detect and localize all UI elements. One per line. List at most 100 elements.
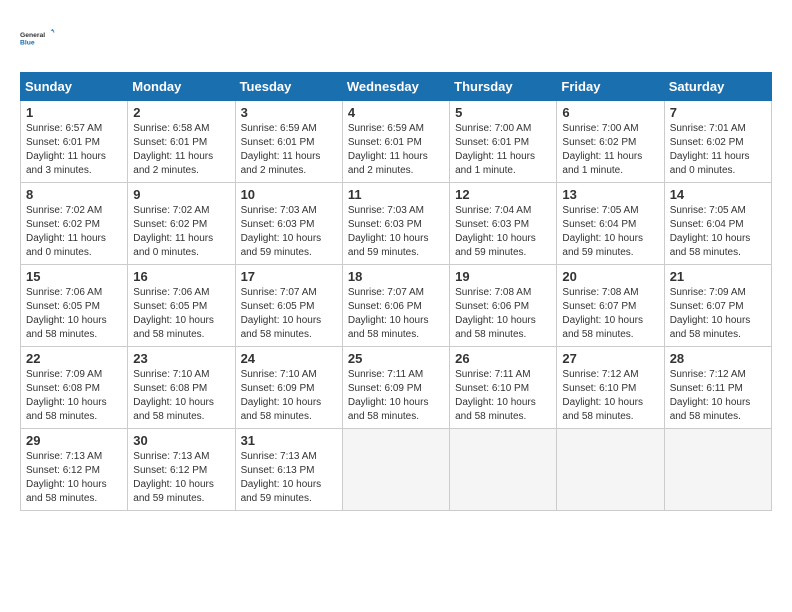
day-number: 8	[26, 187, 122, 202]
day-number: 27	[562, 351, 658, 366]
day-cell: 22Sunrise: 7:09 AM Sunset: 6:08 PM Dayli…	[21, 347, 128, 429]
day-cell: 23 Sunrise: 7:10 AM Sunset: 6:08 PM Dayli…	[128, 347, 235, 429]
day-info: Sunrise: 7:00 AM Sunset: 6:02 PM Dayligh…	[562, 122, 658, 178]
day-number: 16	[133, 269, 229, 284]
day-cell: 26Sunrise: 7:11 AM Sunset: 6:10 PM Dayli…	[450, 347, 557, 429]
day-cell: 9Sunrise: 7:02 AM Sunset: 6:02 PM Daylig…	[128, 183, 235, 265]
day-info: Sunrise: 7:06 AM Sunset: 6:05 PM Dayligh…	[26, 286, 122, 342]
col-header-wednesday: Wednesday	[342, 73, 449, 101]
day-number: 12	[455, 187, 551, 202]
day-cell	[557, 429, 664, 511]
day-number: 1	[26, 105, 122, 120]
day-cell	[664, 429, 771, 511]
day-cell: 3 Sunrise: 6:59 AM Sunset: 6:01 PM Daylig…	[235, 101, 342, 183]
day-info: Sunrise: 7:09 AM Sunset: 6:07 PM Dayligh…	[670, 286, 766, 342]
calendar-table: SundayMondayTuesdayWednesdayThursdayFrid…	[20, 72, 772, 511]
svg-text:General: General	[20, 32, 45, 39]
day-number: 2	[133, 105, 229, 120]
day-number: 11	[348, 187, 444, 202]
day-number: 4	[348, 105, 444, 120]
day-info: Sunrise: 7:10 AM Sunset: 6:08 PM Dayligh…	[133, 368, 229, 424]
day-number: 20	[562, 269, 658, 284]
day-number: 21	[670, 269, 766, 284]
day-cell: 20Sunrise: 7:08 AM Sunset: 6:07 PM Dayli…	[557, 265, 664, 347]
day-number: 17	[241, 269, 337, 284]
day-info: Sunrise: 7:05 AM Sunset: 6:04 PM Dayligh…	[562, 204, 658, 260]
day-number: 28	[670, 351, 766, 366]
day-info: Sunrise: 7:03 AM Sunset: 6:03 PM Dayligh…	[348, 204, 444, 260]
day-info: Sunrise: 7:05 AM Sunset: 6:04 PM Dayligh…	[670, 204, 766, 260]
day-cell: 10 Sunrise: 7:03 AM Sunset: 6:03 PM Dayli…	[235, 183, 342, 265]
day-number: 10	[241, 187, 337, 202]
day-info: Sunrise: 7:11 AM Sunset: 6:09 PM Dayligh…	[348, 368, 444, 424]
day-cell: 30 Sunrise: 7:13 AM Sunset: 6:12 PM Dayli…	[128, 429, 235, 511]
col-header-sunday: Sunday	[21, 73, 128, 101]
day-number: 14	[670, 187, 766, 202]
day-info: Sunrise: 7:07 AM Sunset: 6:05 PM Dayligh…	[241, 286, 337, 342]
day-cell: 29Sunrise: 7:13 AM Sunset: 6:12 PM Dayli…	[21, 429, 128, 511]
day-number: 5	[455, 105, 551, 120]
svg-text:Blue: Blue	[20, 39, 35, 46]
logo-icon: General Blue	[20, 20, 56, 56]
day-cell: 11 Sunrise: 7:03 AM Sunset: 6:03 PM Dayli…	[342, 183, 449, 265]
day-info: Sunrise: 7:13 AM Sunset: 6:12 PM Dayligh…	[133, 450, 229, 506]
day-info: Sunrise: 7:10 AM Sunset: 6:09 PM Dayligh…	[241, 368, 337, 424]
week-row-4: 22Sunrise: 7:09 AM Sunset: 6:08 PM Dayli…	[21, 347, 772, 429]
day-info: Sunrise: 7:08 AM Sunset: 6:06 PM Dayligh…	[455, 286, 551, 342]
day-number: 19	[455, 269, 551, 284]
day-cell: 6 Sunrise: 7:00 AM Sunset: 6:02 PM Daylig…	[557, 101, 664, 183]
day-info: Sunrise: 7:12 AM Sunset: 6:11 PM Dayligh…	[670, 368, 766, 424]
day-cell: 18Sunrise: 7:07 AM Sunset: 6:06 PM Dayli…	[342, 265, 449, 347]
day-number: 15	[26, 269, 122, 284]
page-header: General Blue	[20, 20, 772, 56]
day-cell: 12Sunrise: 7:04 AM Sunset: 6:03 PM Dayli…	[450, 183, 557, 265]
day-cell: 4 Sunrise: 6:59 AM Sunset: 6:01 PM Daylig…	[342, 101, 449, 183]
day-info: Sunrise: 7:01 AM Sunset: 6:02 PM Dayligh…	[670, 122, 766, 178]
day-cell: 27Sunrise: 7:12 AM Sunset: 6:10 PM Dayli…	[557, 347, 664, 429]
day-number: 7	[670, 105, 766, 120]
day-number: 6	[562, 105, 658, 120]
day-cell: 25Sunrise: 7:11 AM Sunset: 6:09 PM Dayli…	[342, 347, 449, 429]
day-info: Sunrise: 7:11 AM Sunset: 6:10 PM Dayligh…	[455, 368, 551, 424]
day-cell: 2Sunrise: 6:58 AM Sunset: 6:01 PM Daylig…	[128, 101, 235, 183]
day-info: Sunrise: 7:13 AM Sunset: 6:13 PM Dayligh…	[241, 450, 337, 506]
logo: General Blue	[20, 20, 56, 56]
day-info: Sunrise: 7:06 AM Sunset: 6:05 PM Dayligh…	[133, 286, 229, 342]
day-number: 9	[133, 187, 229, 202]
day-cell: 24Sunrise: 7:10 AM Sunset: 6:09 PM Dayli…	[235, 347, 342, 429]
day-number: 30	[133, 433, 229, 448]
day-info: Sunrise: 7:00 AM Sunset: 6:01 PM Dayligh…	[455, 122, 551, 178]
day-cell: 28 Sunrise: 7:12 AM Sunset: 6:11 PM Dayli…	[664, 347, 771, 429]
day-number: 31	[241, 433, 337, 448]
day-number: 18	[348, 269, 444, 284]
day-cell: 5 Sunrise: 7:00 AM Sunset: 6:01 PM Daylig…	[450, 101, 557, 183]
week-row-5: 29 Sunrise: 7:13 AM Sunset: 6:12 PM Dayli…	[21, 429, 772, 511]
day-cell: 1 Sunrise: 6:57 AM Sunset: 6:01 PM Daylig…	[21, 101, 128, 183]
col-header-tuesday: Tuesday	[235, 73, 342, 101]
day-info: Sunrise: 6:59 AM Sunset: 6:01 PM Dayligh…	[348, 122, 444, 178]
col-header-monday: Monday	[128, 73, 235, 101]
day-cell	[342, 429, 449, 511]
day-cell	[450, 429, 557, 511]
day-cell: 15 Sunrise: 7:06 AM Sunset: 6:05 PM Dayli…	[21, 265, 128, 347]
col-header-thursday: Thursday	[450, 73, 557, 101]
col-header-friday: Friday	[557, 73, 664, 101]
week-row-2: 8 Sunrise: 7:02 AM Sunset: 6:02 PM Daylig…	[21, 183, 772, 265]
day-number: 29	[26, 433, 122, 448]
day-cell: 7 Sunrise: 7:01 AM Sunset: 6:02 PM Daylig…	[664, 101, 771, 183]
day-number: 22	[26, 351, 122, 366]
day-number: 3	[241, 105, 337, 120]
day-info: Sunrise: 6:59 AM Sunset: 6:01 PM Dayligh…	[241, 122, 337, 178]
day-info: Sunrise: 7:02 AM Sunset: 6:02 PM Dayligh…	[26, 204, 122, 260]
day-cell: 21 Sunrise: 7:09 AM Sunset: 6:07 PM Dayli…	[664, 265, 771, 347]
col-header-saturday: Saturday	[664, 73, 771, 101]
day-cell: 13 Sunrise: 7:05 AM Sunset: 6:04 PM Dayli…	[557, 183, 664, 265]
day-info: Sunrise: 6:57 AM Sunset: 6:01 PM Dayligh…	[26, 122, 122, 178]
week-row-3: 15 Sunrise: 7:06 AM Sunset: 6:05 PM Dayli…	[21, 265, 772, 347]
day-number: 23	[133, 351, 229, 366]
day-number: 13	[562, 187, 658, 202]
day-cell: 17 Sunrise: 7:07 AM Sunset: 6:05 PM Dayli…	[235, 265, 342, 347]
day-cell: 31 Sunrise: 7:13 AM Sunset: 6:13 PM Dayli…	[235, 429, 342, 511]
day-cell: 8 Sunrise: 7:02 AM Sunset: 6:02 PM Daylig…	[21, 183, 128, 265]
day-info: Sunrise: 7:03 AM Sunset: 6:03 PM Dayligh…	[241, 204, 337, 260]
